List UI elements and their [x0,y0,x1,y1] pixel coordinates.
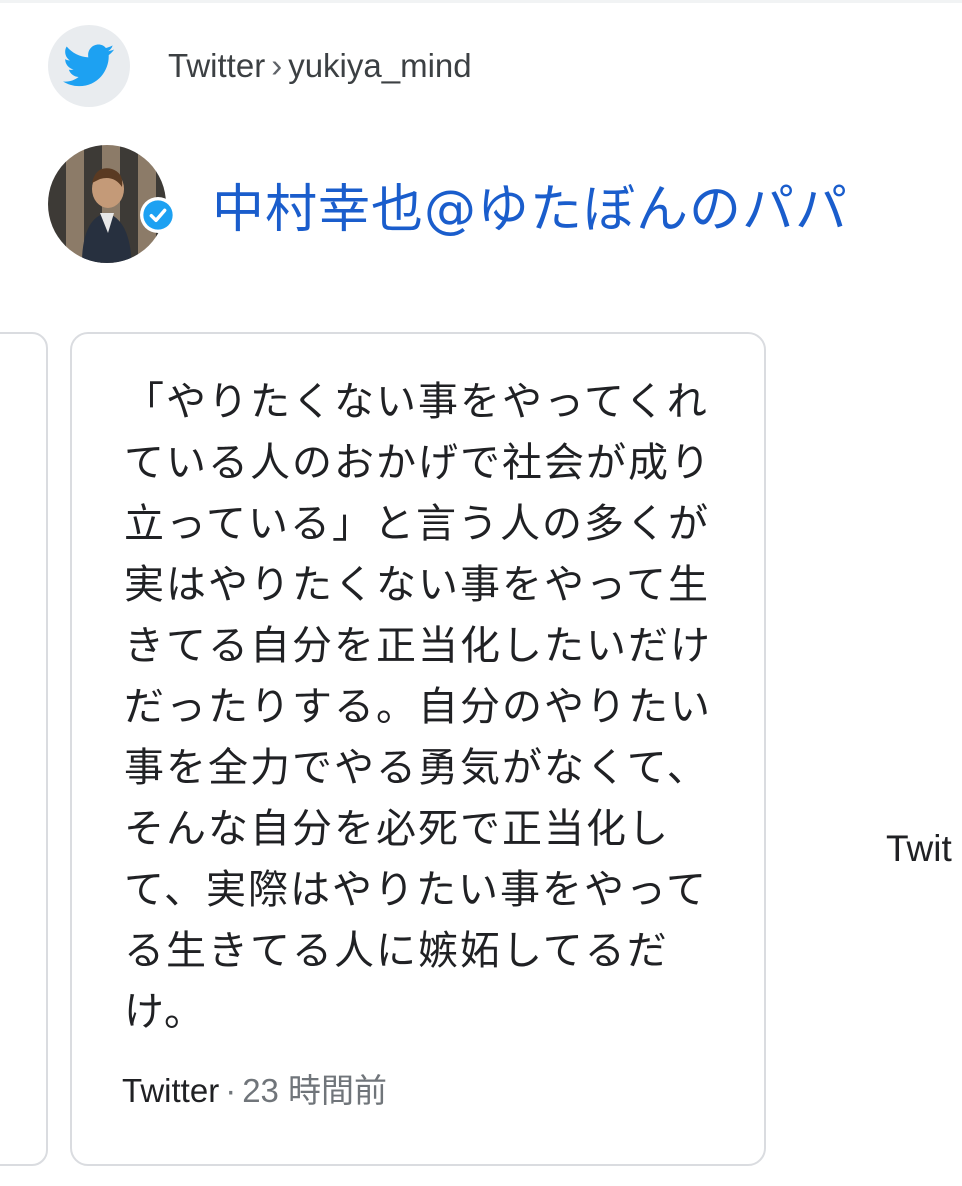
tweet-text-line: る生きてる人に嫉妬してるだ [124,928,669,974]
tweet-text-line: だったりする。自分のやりたい [124,684,712,730]
source-header-link[interactable]: Twitter › yukiya_mind [48,24,472,108]
tweet-card[interactable]: 「やりたくない事をやってくれ ている人のおかげで社会が成り 立っている」と言う人… [70,332,766,1166]
tweet-text-line: きてる自分を正当化したいだけ [124,623,712,669]
previous-tweet-card[interactable] [0,332,48,1166]
tweet-text-line: 実はやりたくない事をやって生 [124,562,710,608]
tweet-text-line: て、実際はやりたい事をやって [124,867,708,913]
tweet-text-line: け。 [124,989,206,1035]
tweet-footer: Twitter · 23 時間前 [122,1064,387,1112]
twitter-bird-icon [48,25,130,107]
tweet-text-line: ている人のおかげで社会が成り [124,440,712,486]
tweet-text-line: 事を全力でやる勇気がなくて、 [124,745,709,791]
breadcrumb-separator: › [271,47,283,84]
verified-badge-icon [140,197,176,233]
tweet-text-line: 「やりたくない事をやってくれ [124,379,709,425]
tweet-text-line: 立っている」と言う人の多くが [124,501,710,547]
breadcrumb-handle: yukiya_mind [288,47,472,84]
tweet-timestamp: 23 時間前 [242,1072,388,1109]
tweet-text-line: そんな自分を必死で正当化し [124,806,670,852]
avatar-wrapper [48,145,176,263]
tweet-carousel[interactable]: 「やりたくない事をやってくれ ている人のおかげで社会が成り 立っている」と言う人… [0,332,962,1166]
footer-separator: · [225,1072,237,1109]
profile-name: 中村幸也@ゆたぼんのパパ [212,179,849,240]
top-divider [0,0,962,3]
profile-row[interactable]: 中村幸也@ゆたぼんのパパ [48,142,848,266]
breadcrumb-source: Twitter [168,47,266,84]
avatar-person-image [81,168,132,263]
tweet-source: Twitter [122,1072,220,1109]
tweet-text: 「やりたくない事をやってくれ ている人のおかげで社会が成り 立っている」と言う人… [124,372,724,1043]
breadcrumb: Twitter › yukiya_mind [168,47,472,85]
next-tweet-card[interactable]: Twit [886,828,952,870]
